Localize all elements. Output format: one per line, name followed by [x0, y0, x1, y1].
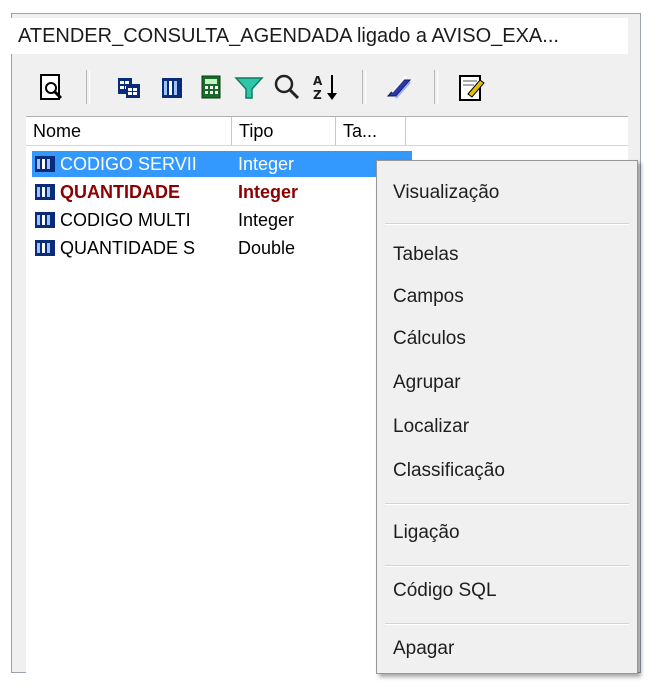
- sql-edit-icon[interactable]: [454, 70, 488, 104]
- field-icon: [34, 238, 56, 258]
- field-name: CODIGO SERVII: [60, 154, 197, 174]
- menu-separator: [385, 223, 629, 225]
- field-name: QUANTIDADE: [60, 182, 180, 202]
- menu-item-codigo-sql[interactable]: Código SQL: [393, 573, 497, 609]
- toolbar-separator: [362, 70, 366, 104]
- link-icon[interactable]: [382, 70, 416, 104]
- menu-item-agrupar[interactable]: Agrupar: [393, 365, 461, 401]
- sort-az-icon[interactable]: AZ: [308, 70, 342, 104]
- menu-item-localizar[interactable]: Localizar: [393, 409, 469, 445]
- menu-item-calculos[interactable]: Cálculos: [393, 321, 466, 357]
- list-item[interactable]: CODIGO MULTI Integer: [32, 207, 412, 233]
- svg-text:A: A: [313, 74, 323, 88]
- menu-separator: [385, 503, 629, 505]
- context-menu: Visualização Tabelas Campos Cálculos Agr…: [376, 160, 638, 674]
- list-header: Nome Tipo Ta...: [26, 117, 628, 146]
- field-name: QUANTIDADE S: [60, 238, 196, 258]
- menu-separator: [385, 623, 629, 625]
- field-type: Double: [238, 238, 296, 258]
- menu-item-tabelas[interactable]: Tabelas: [393, 237, 459, 273]
- field-type: Integer: [238, 210, 295, 230]
- tables-icon[interactable]: [112, 70, 146, 104]
- calculator-icon[interactable]: [194, 70, 228, 104]
- field-type: Integer: [238, 154, 295, 174]
- menu-item-ligacao[interactable]: Ligação: [393, 515, 460, 551]
- preview-icon[interactable]: [34, 70, 68, 104]
- list-item[interactable]: QUANTIDADE S Double: [32, 235, 412, 261]
- column-header-size[interactable]: Ta...: [336, 117, 406, 145]
- svg-text:Z: Z: [313, 88, 322, 102]
- search-icon[interactable]: [270, 70, 304, 104]
- column-header-type[interactable]: Tipo: [232, 117, 336, 145]
- menu-item-apagar[interactable]: Apagar: [393, 631, 454, 667]
- column-header-name[interactable]: Nome: [26, 117, 232, 145]
- toolbar-separator: [434, 70, 438, 104]
- field-icon: [34, 210, 56, 230]
- field-icon: [34, 154, 56, 174]
- field-icon: [34, 182, 56, 202]
- toolbar-separator: [86, 70, 90, 104]
- list-item[interactable]: CODIGO SERVII Integer: [32, 151, 412, 177]
- field-name: CODIGO MULTI: [60, 210, 191, 230]
- menu-item-classificacao[interactable]: Classificação: [393, 453, 505, 489]
- fields-icon[interactable]: [154, 70, 188, 104]
- filter-icon[interactable]: [232, 70, 266, 104]
- menu-item-campos[interactable]: Campos: [393, 279, 464, 315]
- toolbar: AZ: [8, 62, 628, 112]
- menu-item-visualizacao[interactable]: Visualização: [393, 175, 499, 211]
- menu-separator: [385, 565, 629, 567]
- field-type: Integer: [238, 182, 299, 202]
- panel-title: ATENDER_CONSULTA_AGENDADA ligado a AVISO…: [8, 18, 628, 54]
- list-item[interactable]: QUANTIDADE Integer: [32, 179, 412, 205]
